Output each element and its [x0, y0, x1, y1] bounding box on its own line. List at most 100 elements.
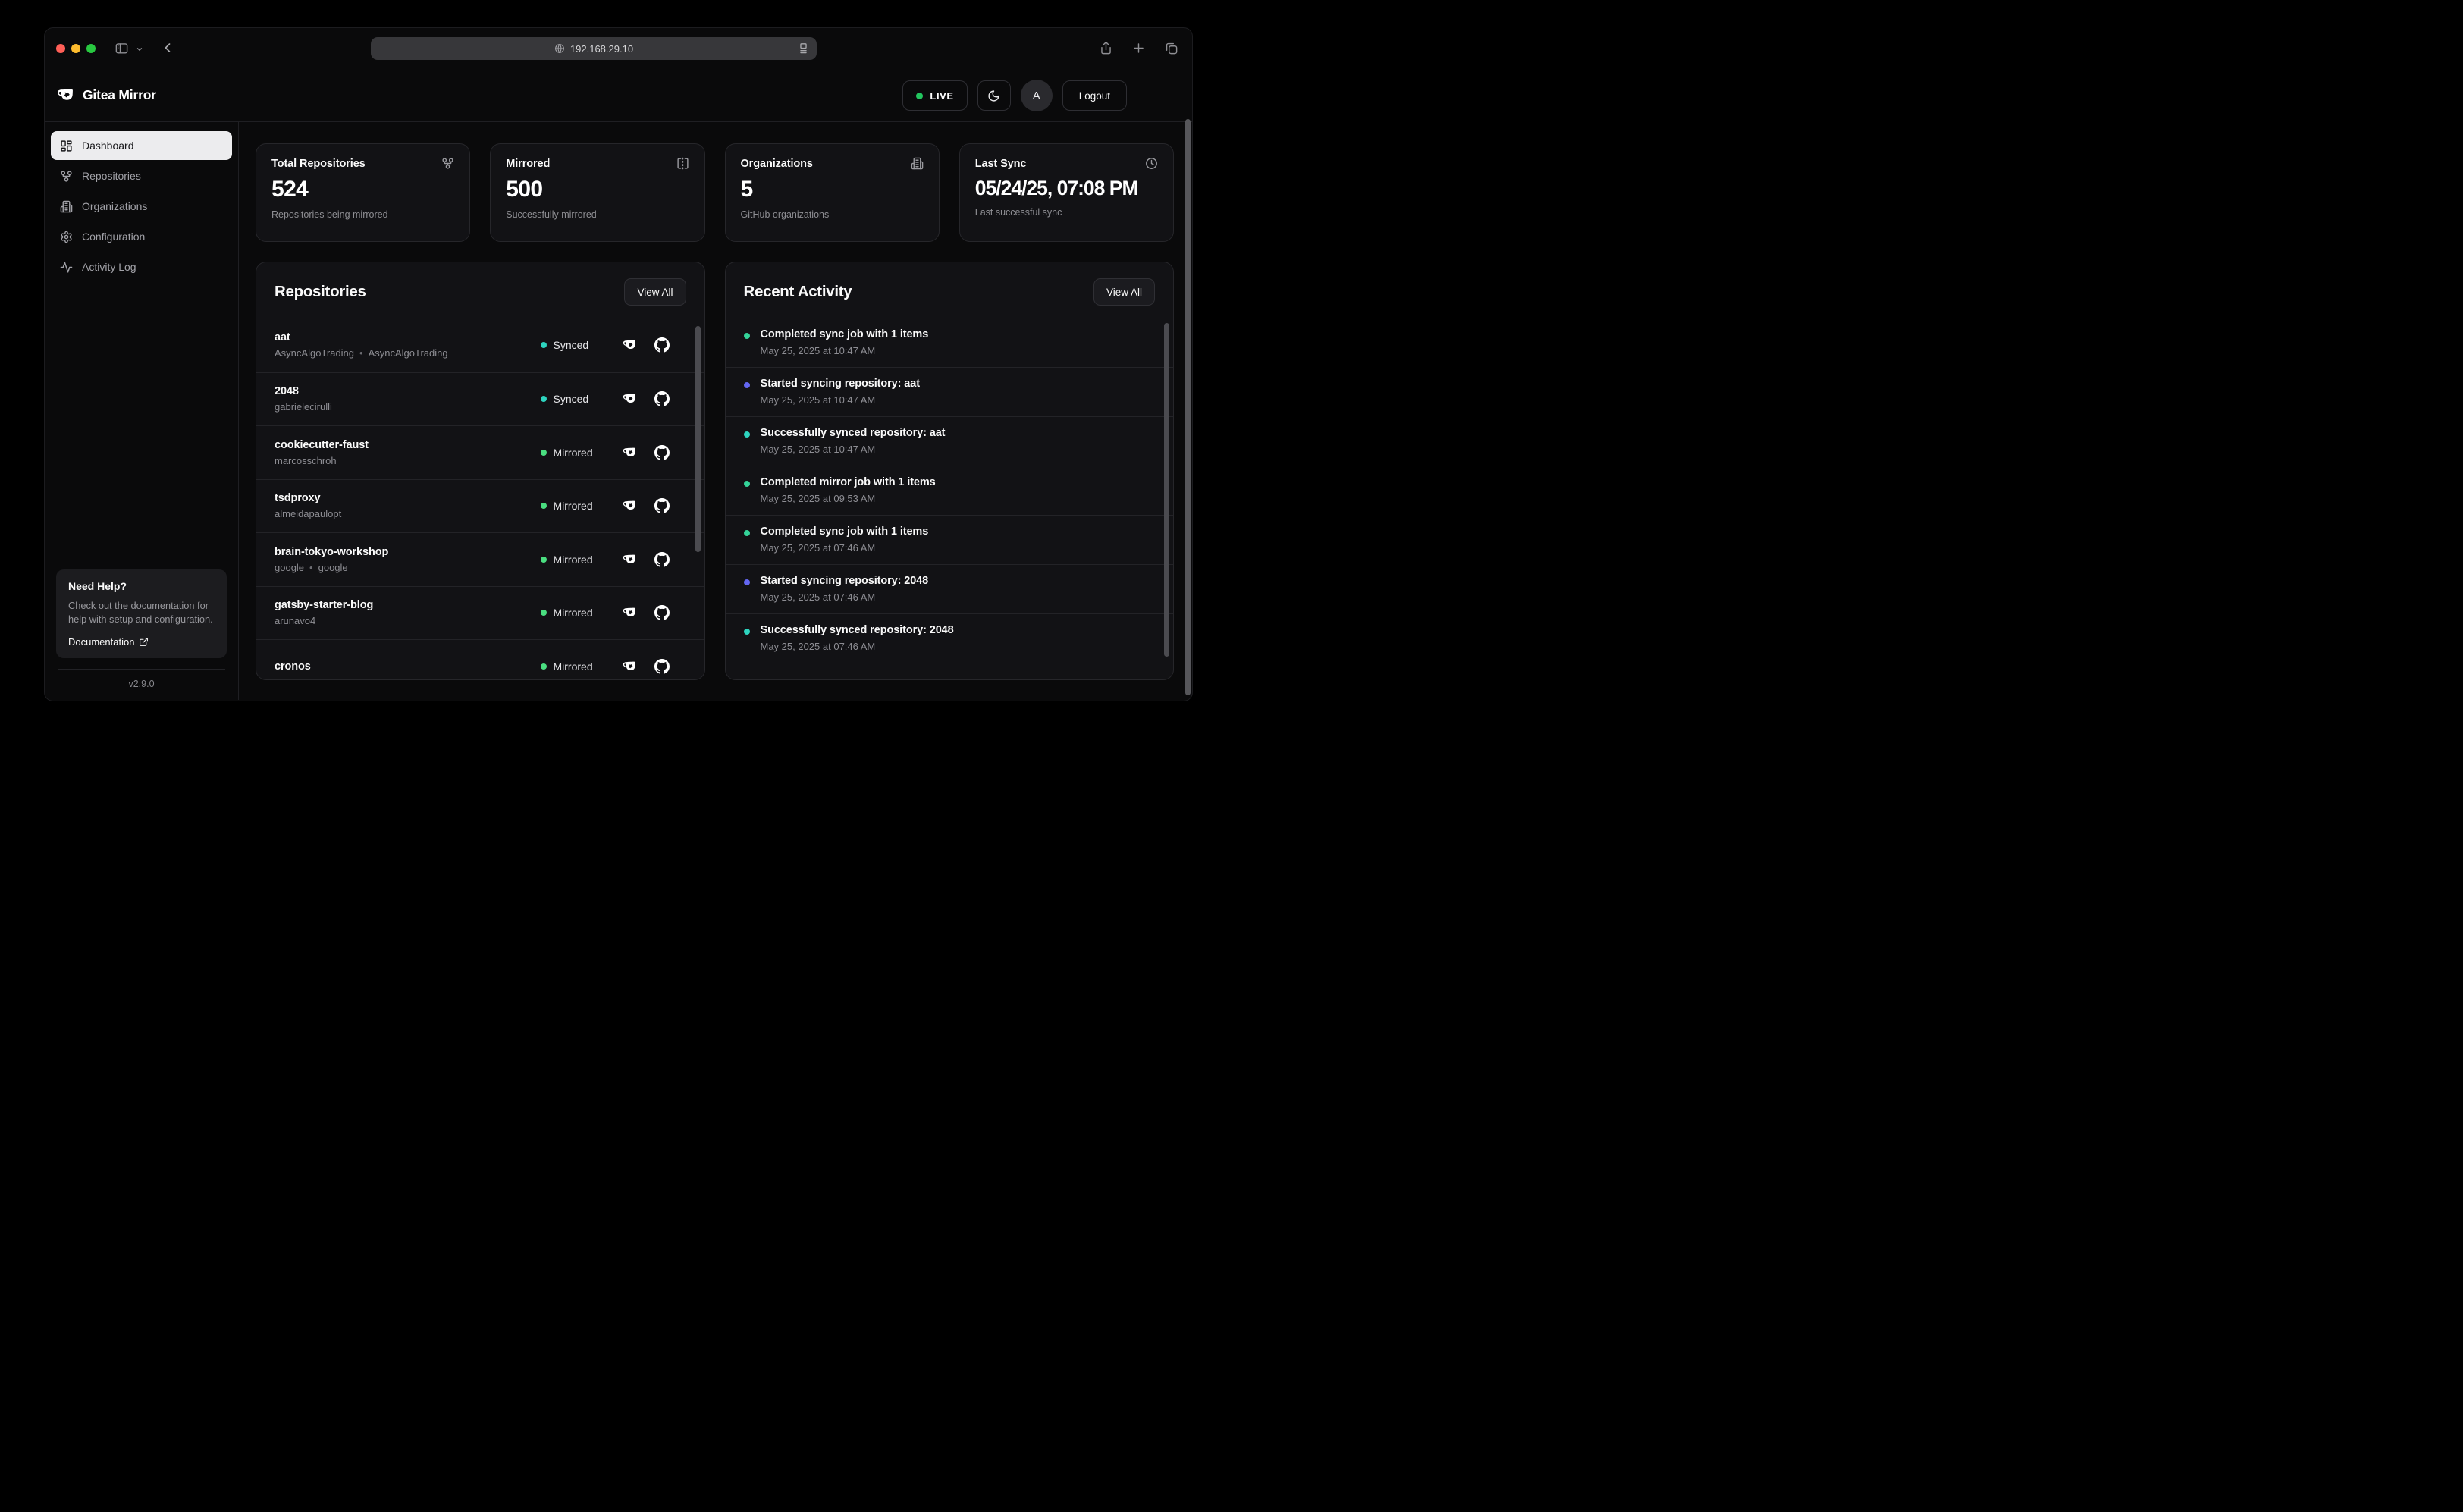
close-window-button[interactable]	[56, 44, 65, 53]
repository-status: Mirrored	[541, 607, 606, 619]
gitea-link-icon[interactable]	[623, 498, 638, 513]
new-tab-icon[interactable]	[1131, 41, 1146, 55]
sidebar-item-repositories[interactable]: Repositories	[51, 162, 232, 190]
activity-item: Completed mirror job with 1 items May 25…	[726, 466, 1174, 515]
status-dot	[541, 342, 547, 348]
logout-button[interactable]: Logout	[1062, 80, 1127, 111]
gitea-link-icon[interactable]	[623, 552, 638, 567]
activity-item: Completed sync job with 1 items May 25, …	[726, 318, 1174, 367]
github-link-icon[interactable]	[654, 552, 670, 567]
live-status-badge[interactable]: LIVE	[902, 80, 967, 111]
repository-name: 2048	[275, 385, 541, 397]
stat-subtitle: Successfully mirrored	[506, 209, 689, 220]
activity-text: Completed sync job with 1 items	[761, 328, 929, 340]
back-button-icon[interactable]	[160, 40, 175, 55]
activity-timestamp: May 25, 2025 at 07:46 AM	[761, 641, 954, 652]
zoom-window-button[interactable]	[86, 44, 96, 53]
sidebar-item-configuration[interactable]: Configuration	[51, 222, 232, 251]
status-dot	[541, 503, 547, 509]
status-label: Mirrored	[554, 554, 593, 566]
activity-timestamp: May 25, 2025 at 10:47 AM	[761, 394, 920, 406]
address-bar[interactable]: 192.168.29.10	[371, 37, 817, 60]
repository-row: brain-tokyo-workshop google•google Mirro…	[256, 532, 704, 586]
repository-row: aat AsyncAlgoTrading•AsyncAlgoTrading Sy…	[256, 318, 704, 372]
documentation-link[interactable]: Documentation	[68, 636, 215, 648]
gitea-link-icon[interactable]	[623, 605, 638, 620]
page-scrollbar[interactable]	[1185, 119, 1191, 695]
chevron-down-icon[interactable]	[136, 45, 143, 53]
live-label: LIVE	[930, 90, 953, 102]
gitea-link-icon[interactable]	[623, 337, 638, 353]
status-dot	[541, 450, 547, 456]
activity-item: Started syncing repository: aat May 25, …	[726, 367, 1174, 416]
activity-scrollbar[interactable]	[1164, 323, 1169, 657]
repository-name: gatsby-starter-blog	[275, 599, 541, 611]
app-version: v2.9.0	[55, 679, 227, 689]
repositories-view-all-button[interactable]: View All	[624, 278, 686, 306]
stat-value: 05/24/25, 07:08 PM	[975, 177, 1158, 200]
repository-row: 2048 gabrielecirulli• Synced	[256, 372, 704, 426]
stat-value: 524	[271, 177, 454, 202]
activity-item: Successfully synced repository: 2048 May…	[726, 613, 1174, 663]
repository-name: tsdproxy	[275, 492, 541, 504]
activity-text: Started syncing repository: 2048	[761, 575, 929, 587]
main-content: Total Repositories 524 Repositories bein…	[239, 122, 1192, 700]
dashboard-icon	[60, 140, 73, 152]
minimize-window-button[interactable]	[71, 44, 80, 53]
repository-row: cronos • Mirrored	[256, 639, 704, 679]
sidebar-toggle-icon[interactable]	[115, 41, 129, 55]
tab-overview-icon[interactable]	[1164, 41, 1178, 55]
sidebar-item-dashboard[interactable]: Dashboard	[51, 131, 232, 160]
avatar[interactable]: A	[1021, 80, 1053, 111]
github-link-icon[interactable]	[654, 445, 670, 460]
activity-timestamp: May 25, 2025 at 07:46 AM	[761, 591, 929, 603]
recent-activity-panel: Recent Activity View All Completed sync …	[725, 262, 1175, 680]
repositories-panel-title: Repositories	[275, 283, 366, 301]
repository-owner: AsyncAlgoTrading•AsyncAlgoTrading	[275, 347, 541, 359]
sidebar-item-label: Configuration	[82, 231, 145, 243]
theme-toggle-button[interactable]	[977, 80, 1011, 111]
github-link-icon[interactable]	[654, 659, 670, 674]
github-link-icon[interactable]	[654, 605, 670, 620]
repository-owner: almeidapaulopt•	[275, 508, 541, 519]
repository-status: Mirrored	[541, 447, 606, 459]
sidebar-item-activity-log[interactable]: Activity Log	[51, 253, 232, 281]
traffic-lights	[56, 44, 96, 53]
share-icon[interactable]	[1099, 41, 1113, 55]
status-label: Synced	[554, 393, 589, 405]
mirror-icon	[676, 157, 689, 170]
repositories-scrollbar[interactable]	[695, 326, 701, 552]
status-label: Mirrored	[554, 447, 593, 459]
gitea-link-icon[interactable]	[623, 445, 638, 460]
activity-dot	[744, 481, 750, 487]
sidebar-item-label: Activity Log	[82, 261, 136, 273]
repository-status: Mirrored	[541, 554, 606, 566]
stat-card-last-sync: Last Sync 05/24/25, 07:08 PM Last succes…	[959, 143, 1174, 242]
github-link-icon[interactable]	[654, 391, 670, 406]
activity-dot	[744, 431, 750, 438]
activity-dot	[744, 530, 750, 536]
activity-view-all-button[interactable]: View All	[1093, 278, 1155, 306]
gitea-link-icon[interactable]	[623, 659, 638, 674]
github-link-icon[interactable]	[654, 498, 670, 513]
building-icon	[911, 157, 924, 170]
github-link-icon[interactable]	[654, 337, 670, 353]
repository-status: Mirrored	[541, 660, 606, 673]
repository-row: gatsby-starter-blog arunavo4• Mirrored	[256, 586, 704, 640]
gear-icon	[60, 231, 73, 243]
activity-text: Successfully synced repository: aat	[761, 427, 946, 439]
status-dot	[541, 663, 547, 670]
app-header: Gitea Mirror LIVE A Logout	[45, 68, 1192, 122]
app-title: Gitea Mirror	[83, 87, 156, 103]
gitea-link-icon[interactable]	[623, 391, 638, 406]
activity-text: Completed mirror job with 1 items	[761, 476, 936, 488]
status-dot	[541, 610, 547, 616]
status-label: Mirrored	[554, 500, 593, 512]
stat-card-total-repositories: Total Repositories 524 Repositories bein…	[256, 143, 470, 242]
stat-card-mirrored: Mirrored 500 Successfully mirrored	[490, 143, 704, 242]
help-card: Need Help? Check out the documentation f…	[56, 569, 227, 658]
sidebar-item-organizations[interactable]: Organizations	[51, 192, 232, 221]
repository-status: Synced	[541, 339, 606, 351]
reader-view-icon[interactable]	[797, 42, 810, 55]
sidebar-divider	[58, 669, 225, 670]
